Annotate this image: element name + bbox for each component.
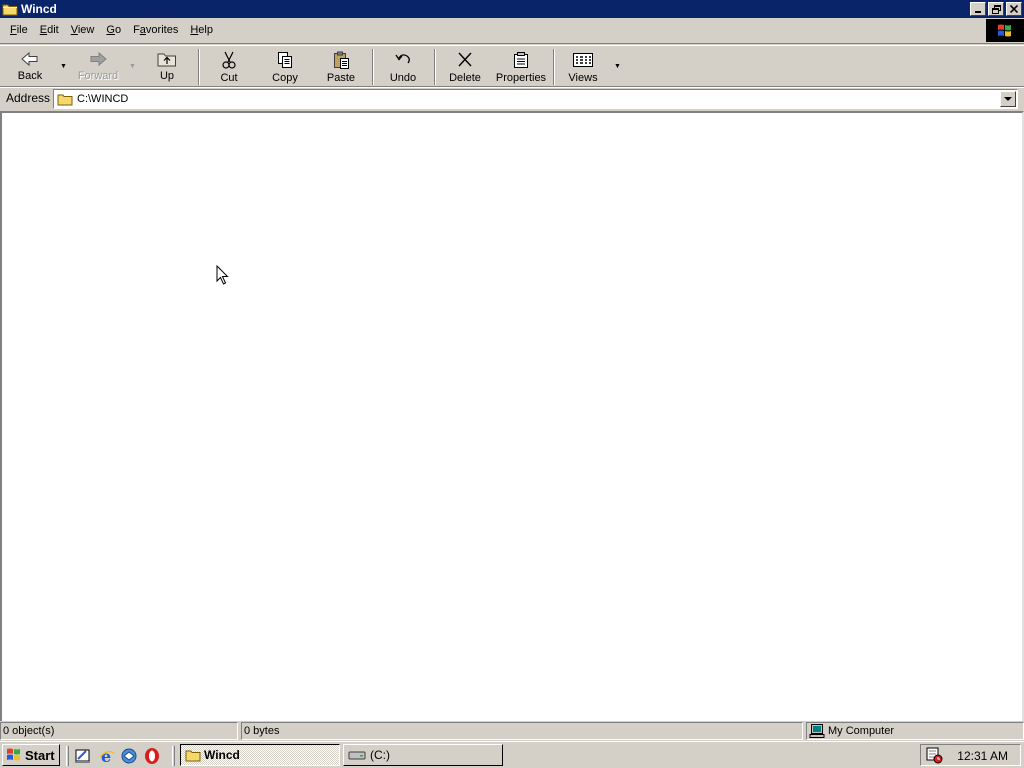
folder-content-view[interactable] [0,111,1024,721]
cut-label: Cut [220,72,238,84]
quicklaunch-handle[interactable] [66,746,69,766]
copy-icon [278,52,292,68]
object-count-text: 0 object(s) [3,725,55,737]
status-size: 0 bytes [241,722,803,740]
address-bar: Address C:\WINCD [0,87,1024,110]
back-button[interactable]: Back [10,48,50,86]
scissors-icon [222,51,236,69]
folder-up-icon [157,53,176,67]
menu-items: File Edit View Go Favorites Help [0,18,1024,36]
task-drive-c[interactable]: (C:) [343,744,503,766]
undo-button[interactable]: Undo [386,48,420,86]
views-button[interactable]: Views [566,48,600,86]
my-computer-icon [809,724,825,738]
delete-x-icon [458,52,472,67]
up-label: Up [159,70,175,82]
menu-view[interactable]: View [65,24,101,36]
paste-label: Paste [326,72,356,84]
windows-flag-icon [998,24,1011,36]
undo-label: Undo [389,72,417,84]
up-button[interactable]: Up [150,48,184,86]
address-combobox[interactable]: C:\WINCD [53,89,1018,109]
menu-file[interactable]: File [4,24,34,36]
scheduled-tasks-icon[interactable] [925,746,943,764]
views-dropdown-arrow[interactable]: ▼ [614,63,622,71]
toolbar-separator [434,49,436,85]
clock[interactable]: 12:31 AM [957,749,1008,763]
back-label: Back [17,70,43,82]
folder-icon [2,4,18,16]
zone-text: My Computer [828,725,895,737]
windows-logo [986,19,1024,42]
menu-go[interactable]: Go [100,24,127,36]
back-arrow-icon [21,51,38,67]
show-desktop-icon[interactable] [74,747,92,765]
properties-icon [514,52,528,68]
delete-label: Delete [449,72,481,84]
chevron-down-icon [1004,96,1012,101]
undo-arrow-icon [395,54,410,64]
close-button[interactable] [1006,2,1022,16]
toolbar-separator [372,49,374,85]
opera-icon[interactable] [143,747,161,765]
standard-toolbar: Back ▼ Forward ▼ Up Cut Copy Paste Undo … [0,45,1024,87]
restore-icon [991,4,1001,14]
address-label: Address [6,91,51,105]
clipboard-paste-icon [334,51,349,69]
properties-label: Properties [495,72,547,84]
tasks-handle[interactable] [172,746,175,766]
address-dropdown-button[interactable] [1000,91,1016,107]
menu-edit[interactable]: Edit [34,24,65,36]
svg-text:e: e [101,747,111,765]
copy-button[interactable]: Copy [266,48,304,86]
restore-button[interactable] [988,2,1004,16]
status-bar: 0 object(s) 0 bytes My Computer [0,721,1024,741]
system-tray: 12:31 AM [920,744,1021,766]
menu-bar: File Edit View Go Favorites Help [0,18,1024,44]
task-wincd[interactable]: Wincd [180,744,340,766]
menu-favorites[interactable]: Favorites [127,24,184,36]
window-title: Wincd [21,2,57,16]
size-text: 0 bytes [244,725,280,737]
status-object-count: 0 object(s) [0,722,238,740]
toolbar-separator [553,49,555,85]
task-label: (C:) [370,748,390,762]
cut-button[interactable]: Cut [212,48,246,86]
outlook-express-icon[interactable] [120,747,138,765]
windows-flag-icon [7,748,20,761]
forward-arrow-icon [90,51,107,67]
properties-button[interactable]: Properties [494,48,548,86]
hard-drive-icon [348,751,366,760]
minimize-button[interactable] [970,2,986,16]
folder-icon [57,94,73,106]
start-label: Start [25,747,55,763]
delete-button[interactable]: Delete [446,48,484,86]
toolbar-separator [198,49,200,85]
task-label: Wincd [204,748,240,762]
menu-help[interactable]: Help [184,24,219,36]
status-zone: My Computer [806,722,1024,740]
views-grid-icon [573,53,593,67]
back-dropdown-arrow[interactable]: ▼ [60,63,68,71]
copy-label: Copy [272,72,298,84]
views-label: Views [568,72,598,84]
forward-dropdown-arrow[interactable]: ▼ [129,63,137,71]
forward-label: Forward [77,70,119,82]
paste-button[interactable]: Paste [322,48,360,86]
taskbar: Start e Wincd (C:) 12:31 AM [0,741,1024,768]
forward-button[interactable]: Forward [76,48,120,86]
internet-explorer-icon[interactable]: e [98,747,116,765]
mouse-cursor-icon [216,265,229,285]
start-button[interactable]: Start [2,744,60,766]
minimize-icon [975,11,981,13]
address-value[interactable]: C:\WINCD [77,93,128,105]
close-icon [1010,5,1018,13]
title-bar[interactable]: Wincd [0,0,1024,18]
folder-icon [185,750,201,762]
window-controls [968,2,1022,16]
